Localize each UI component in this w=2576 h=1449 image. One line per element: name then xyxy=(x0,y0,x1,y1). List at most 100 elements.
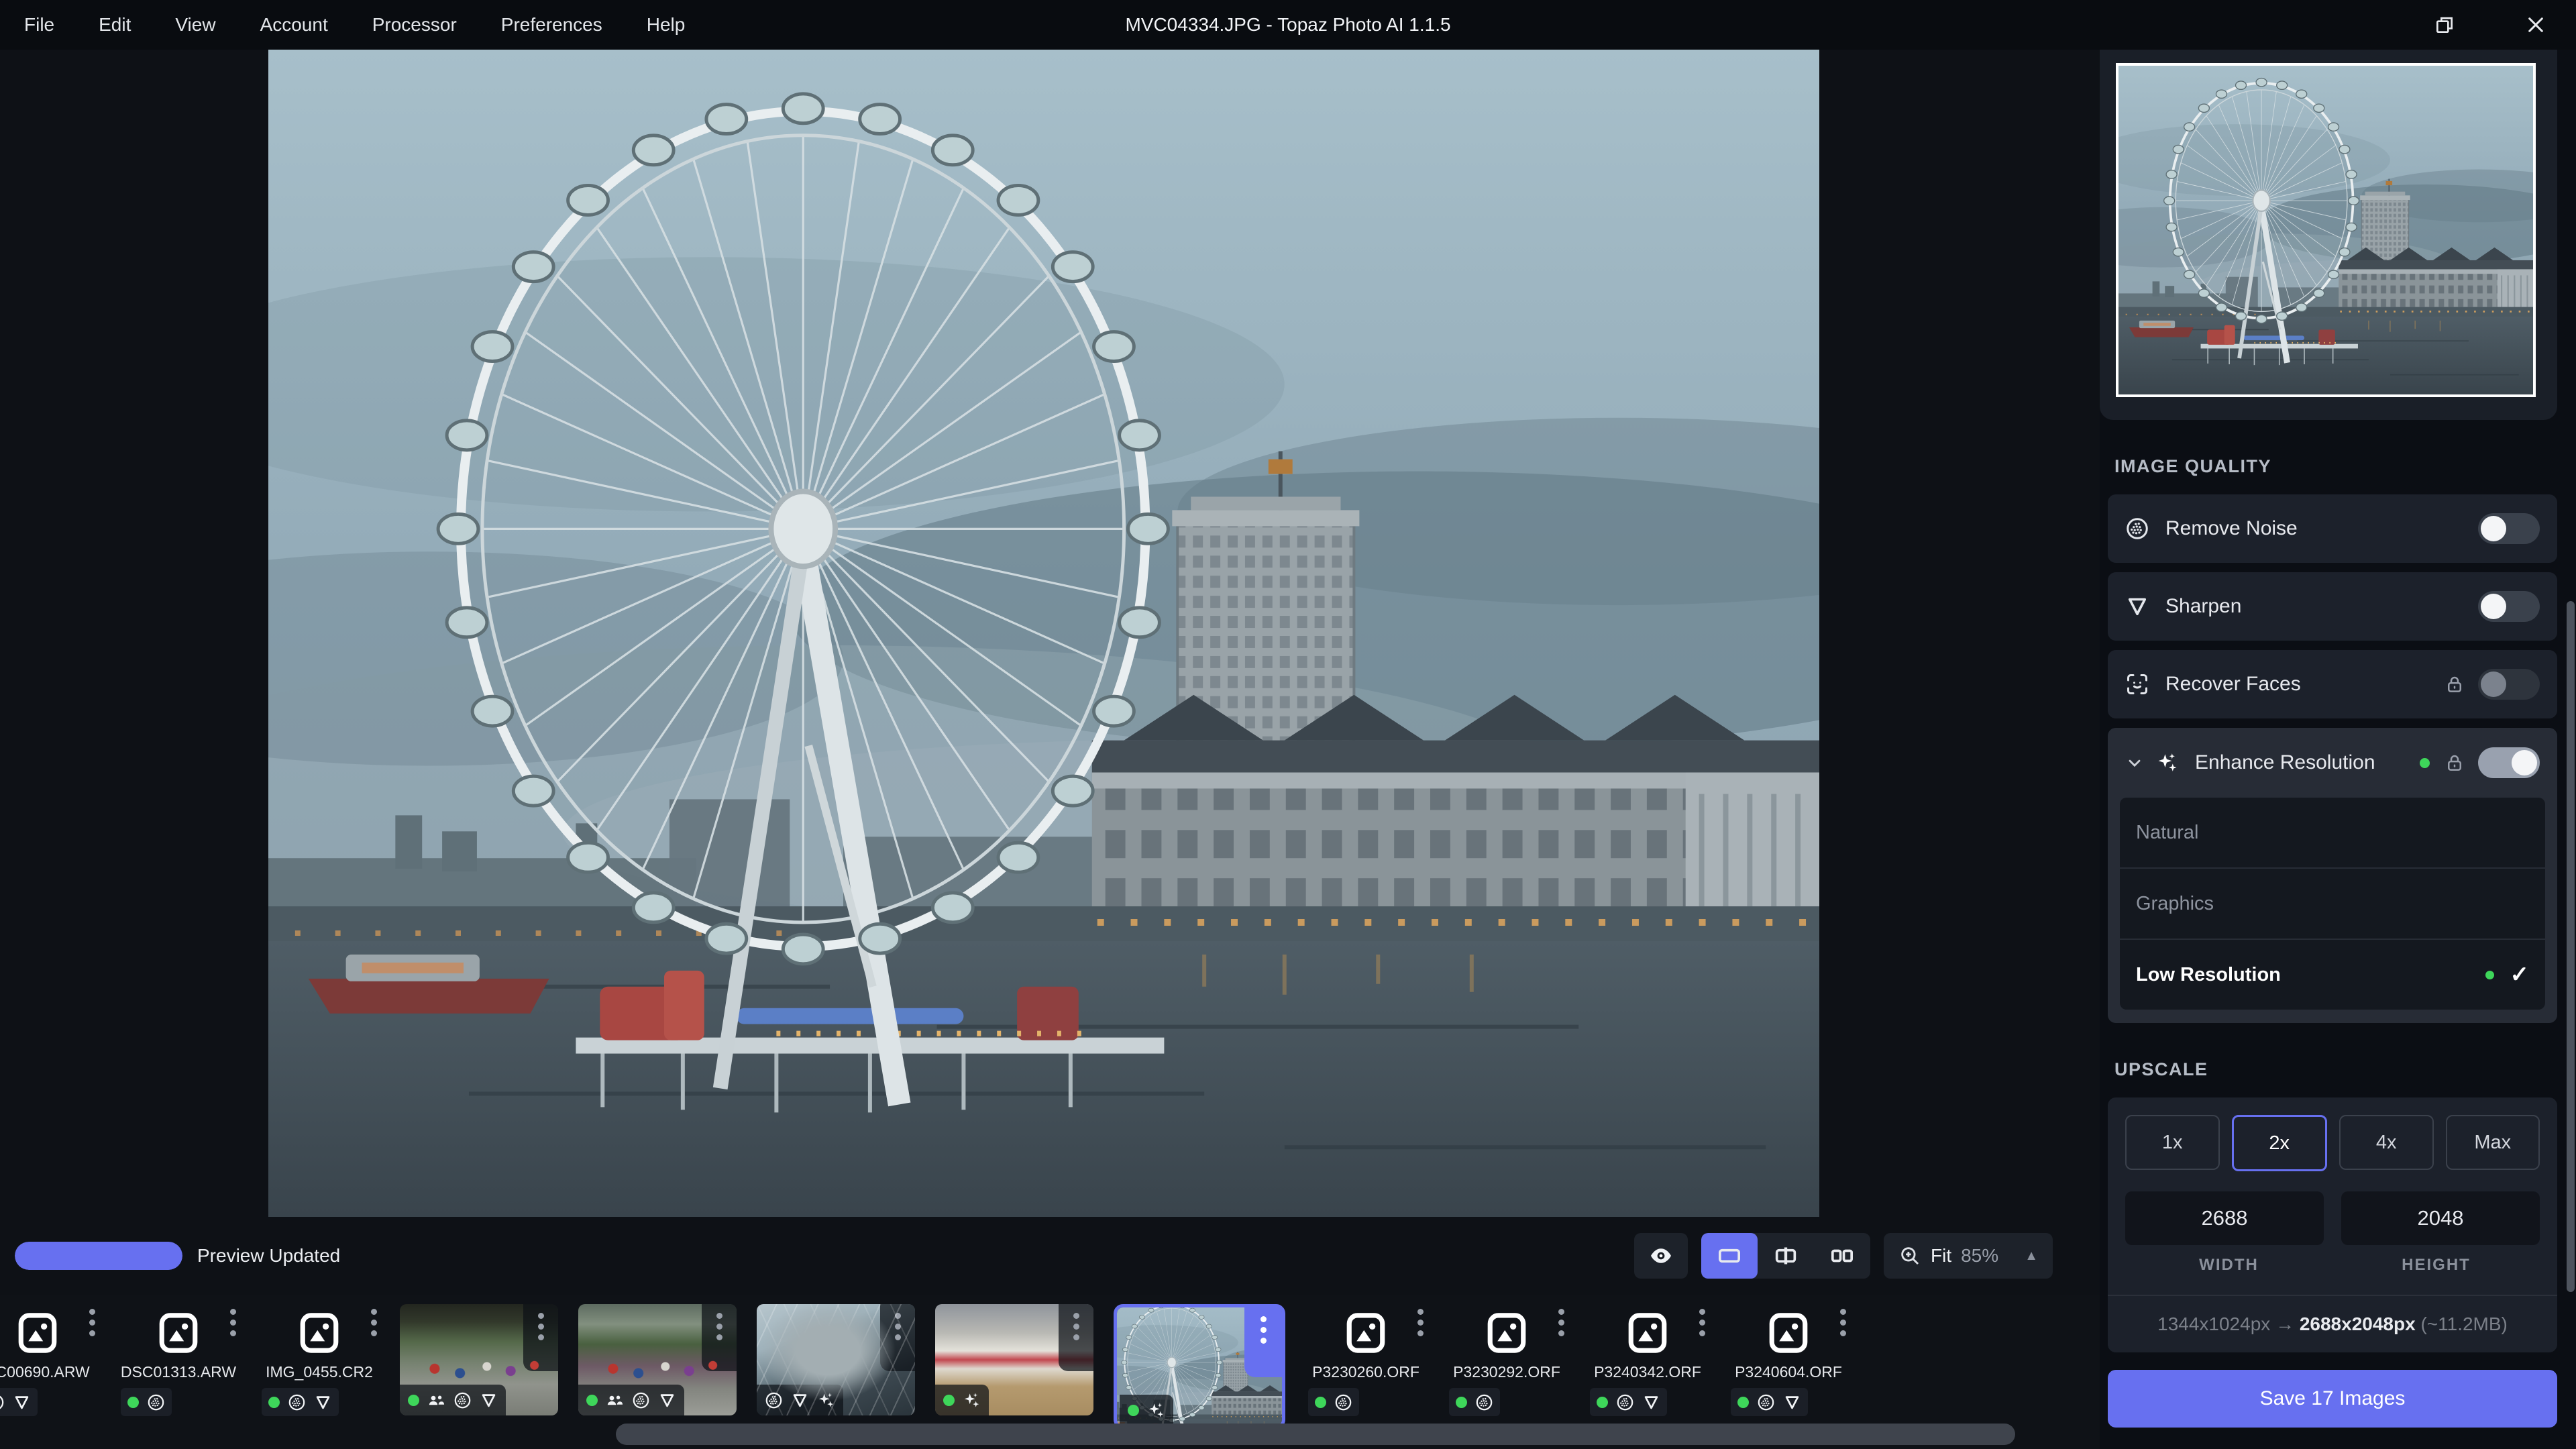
navigator-image xyxy=(2118,66,2533,394)
item-menu-icon[interactable] xyxy=(1699,1304,1705,1341)
size-to: 2688x2048px xyxy=(2299,1313,2416,1334)
progress-label: Preview Updated xyxy=(197,1245,341,1266)
menu-edit[interactable]: Edit xyxy=(99,14,131,36)
menu-file[interactable]: File xyxy=(24,14,54,36)
status-dot-icon xyxy=(408,1394,419,1406)
item-menu-icon[interactable] xyxy=(89,1304,95,1341)
view-single-button[interactable] xyxy=(1701,1233,1758,1279)
filmstrip-item[interactable]: P3230292.ORF xyxy=(1446,1304,1567,1416)
menu-help[interactable]: Help xyxy=(647,14,686,36)
filmstrip-item[interactable] xyxy=(935,1304,1093,1415)
menubar: File Edit View Account Processor Prefere… xyxy=(0,14,685,36)
remove-noise-row[interactable]: Remove Noise xyxy=(2108,494,2557,563)
filmstrip-item-selected[interactable] xyxy=(1114,1304,1285,1429)
sharpen-icon xyxy=(314,1393,332,1411)
filmstrip-item[interactable] xyxy=(757,1304,915,1415)
mode-label: Low Resolution xyxy=(2136,963,2281,985)
remove-noise-toggle[interactable] xyxy=(2478,513,2540,544)
close-button[interactable] xyxy=(2525,14,2546,36)
chevron-down-icon[interactable] xyxy=(2125,753,2144,772)
enhance-icon xyxy=(963,1391,981,1409)
panel-scrollbar[interactable] xyxy=(2567,601,2575,1292)
titlebar: File Edit View Account Processor Prefere… xyxy=(0,0,2576,50)
scale-2x-button[interactable]: 2x xyxy=(2231,1115,2327,1171)
sharpen-row[interactable]: Sharpen xyxy=(2108,572,2557,641)
menu-processor[interactable]: Processor xyxy=(372,14,457,36)
item-menu-icon[interactable] xyxy=(1244,1307,1282,1377)
split-view-icon xyxy=(1772,1242,1799,1269)
menu-view[interactable]: View xyxy=(175,14,215,36)
zoom-dropdown-arrow-icon[interactable]: ▲ xyxy=(2025,1248,2038,1264)
scale-1x-button[interactable]: 1x xyxy=(2125,1115,2220,1170)
filmstrip-item[interactable]: P3240342.ORF xyxy=(1587,1304,1708,1416)
item-menu-icon[interactable] xyxy=(523,1304,558,1371)
item-menu-icon[interactable] xyxy=(702,1304,737,1371)
item-filename: P3230260.ORF xyxy=(1312,1363,1419,1381)
item-badges xyxy=(1731,1388,1808,1416)
item-filename: P3230292.ORF xyxy=(1453,1363,1560,1381)
view-split-button[interactable] xyxy=(1758,1233,1814,1279)
mode-natural[interactable]: Natural xyxy=(2120,798,2545,867)
item-menu-icon[interactable] xyxy=(1059,1304,1093,1371)
item-filename: P3240342.ORF xyxy=(1594,1363,1701,1381)
item-menu-icon[interactable] xyxy=(1417,1304,1424,1341)
mode-label: Graphics xyxy=(2136,892,2214,914)
sharpen-toggle[interactable] xyxy=(2478,591,2540,622)
status-dot-icon xyxy=(1737,1396,1749,1408)
status-dot-icon xyxy=(2420,757,2430,768)
section-upscale: UPSCALE xyxy=(2114,1059,2208,1079)
width-field[interactable]: 2688 xyxy=(2125,1191,2324,1245)
navigator-thumbnail[interactable] xyxy=(2116,63,2536,397)
filmstrip-item[interactable]: DSC01313.ARW xyxy=(118,1304,239,1416)
filmstrip-item[interactable]: P3240604.ORF xyxy=(1728,1304,1849,1416)
enhance-resolution-row[interactable]: Enhance Resolution xyxy=(2108,728,2557,798)
item-badges xyxy=(578,1385,684,1415)
noise-icon xyxy=(1475,1393,1493,1411)
item-filename: SC00690.ARW xyxy=(0,1363,90,1381)
zoom-control[interactable]: Fit 85% ▲ xyxy=(1884,1233,2053,1279)
menu-account[interactable]: Account xyxy=(260,14,328,36)
filmstrip-item[interactable]: SC00690.ARW xyxy=(0,1304,98,1416)
eye-icon xyxy=(1648,1243,1674,1269)
filmstrip-item[interactable] xyxy=(400,1304,558,1415)
image-placeholder-icon xyxy=(156,1311,201,1355)
recover-faces-label: Recover Faces xyxy=(2165,673,2301,695)
noise-icon xyxy=(0,1393,5,1411)
right-panel: IMAGE QUALITY Remove Noise Sharpen Recov… xyxy=(2100,50,2576,1449)
upscale-card: 1x 2x 4x Max 2688 2048 WIDTH HEIGHT 1344… xyxy=(2108,1097,2557,1352)
item-filename: DSC01313.ARW xyxy=(120,1363,237,1381)
item-menu-icon[interactable] xyxy=(880,1304,915,1371)
item-badges xyxy=(1449,1388,1500,1416)
filmstrip-scrollbar[interactable] xyxy=(616,1424,2015,1445)
item-menu-icon[interactable] xyxy=(1558,1304,1564,1341)
mode-low-resolution[interactable]: Low Resolution ✓ xyxy=(2120,938,2545,1010)
item-menu-icon[interactable] xyxy=(371,1304,377,1341)
scale-max-button[interactable]: Max xyxy=(2445,1115,2540,1170)
image-placeholder-icon xyxy=(297,1311,341,1355)
filmstrip-item[interactable]: IMG_0455.CR2 xyxy=(259,1304,380,1416)
preview-original-button[interactable] xyxy=(1634,1233,1688,1279)
recover-faces-toggle[interactable] xyxy=(2478,669,2540,700)
menu-preferences[interactable]: Preferences xyxy=(501,14,602,36)
image-placeholder-icon xyxy=(1485,1311,1529,1355)
check-icon: ✓ xyxy=(2510,962,2530,987)
view-side-by-side-button[interactable] xyxy=(1814,1233,1870,1279)
height-field[interactable]: 2048 xyxy=(2341,1191,2540,1245)
sharpen-icon xyxy=(2125,594,2149,619)
filmstrip-item[interactable]: P3230260.ORF xyxy=(1305,1304,1426,1416)
item-menu-icon[interactable] xyxy=(1840,1304,1846,1341)
restore-button[interactable] xyxy=(2434,14,2455,36)
item-menu-icon[interactable] xyxy=(230,1304,236,1341)
scale-4x-button[interactable]: 4x xyxy=(2339,1115,2434,1170)
item-badges xyxy=(0,1388,38,1416)
enhance-resolution-toggle[interactable] xyxy=(2478,747,2540,778)
sharpen-label: Sharpen xyxy=(2165,595,2242,617)
app-window: File Edit View Account Processor Prefere… xyxy=(0,0,2576,1449)
mode-graphics[interactable]: Graphics xyxy=(2120,867,2545,938)
sharpen-icon xyxy=(658,1391,676,1409)
filmstrip-item[interactable] xyxy=(578,1304,737,1415)
status-dot-icon xyxy=(1456,1396,1467,1408)
recover-faces-row[interactable]: Recover Faces xyxy=(2108,650,2557,718)
sharpen-icon xyxy=(791,1391,809,1409)
save-images-button[interactable]: Save 17 Images xyxy=(2108,1370,2557,1428)
